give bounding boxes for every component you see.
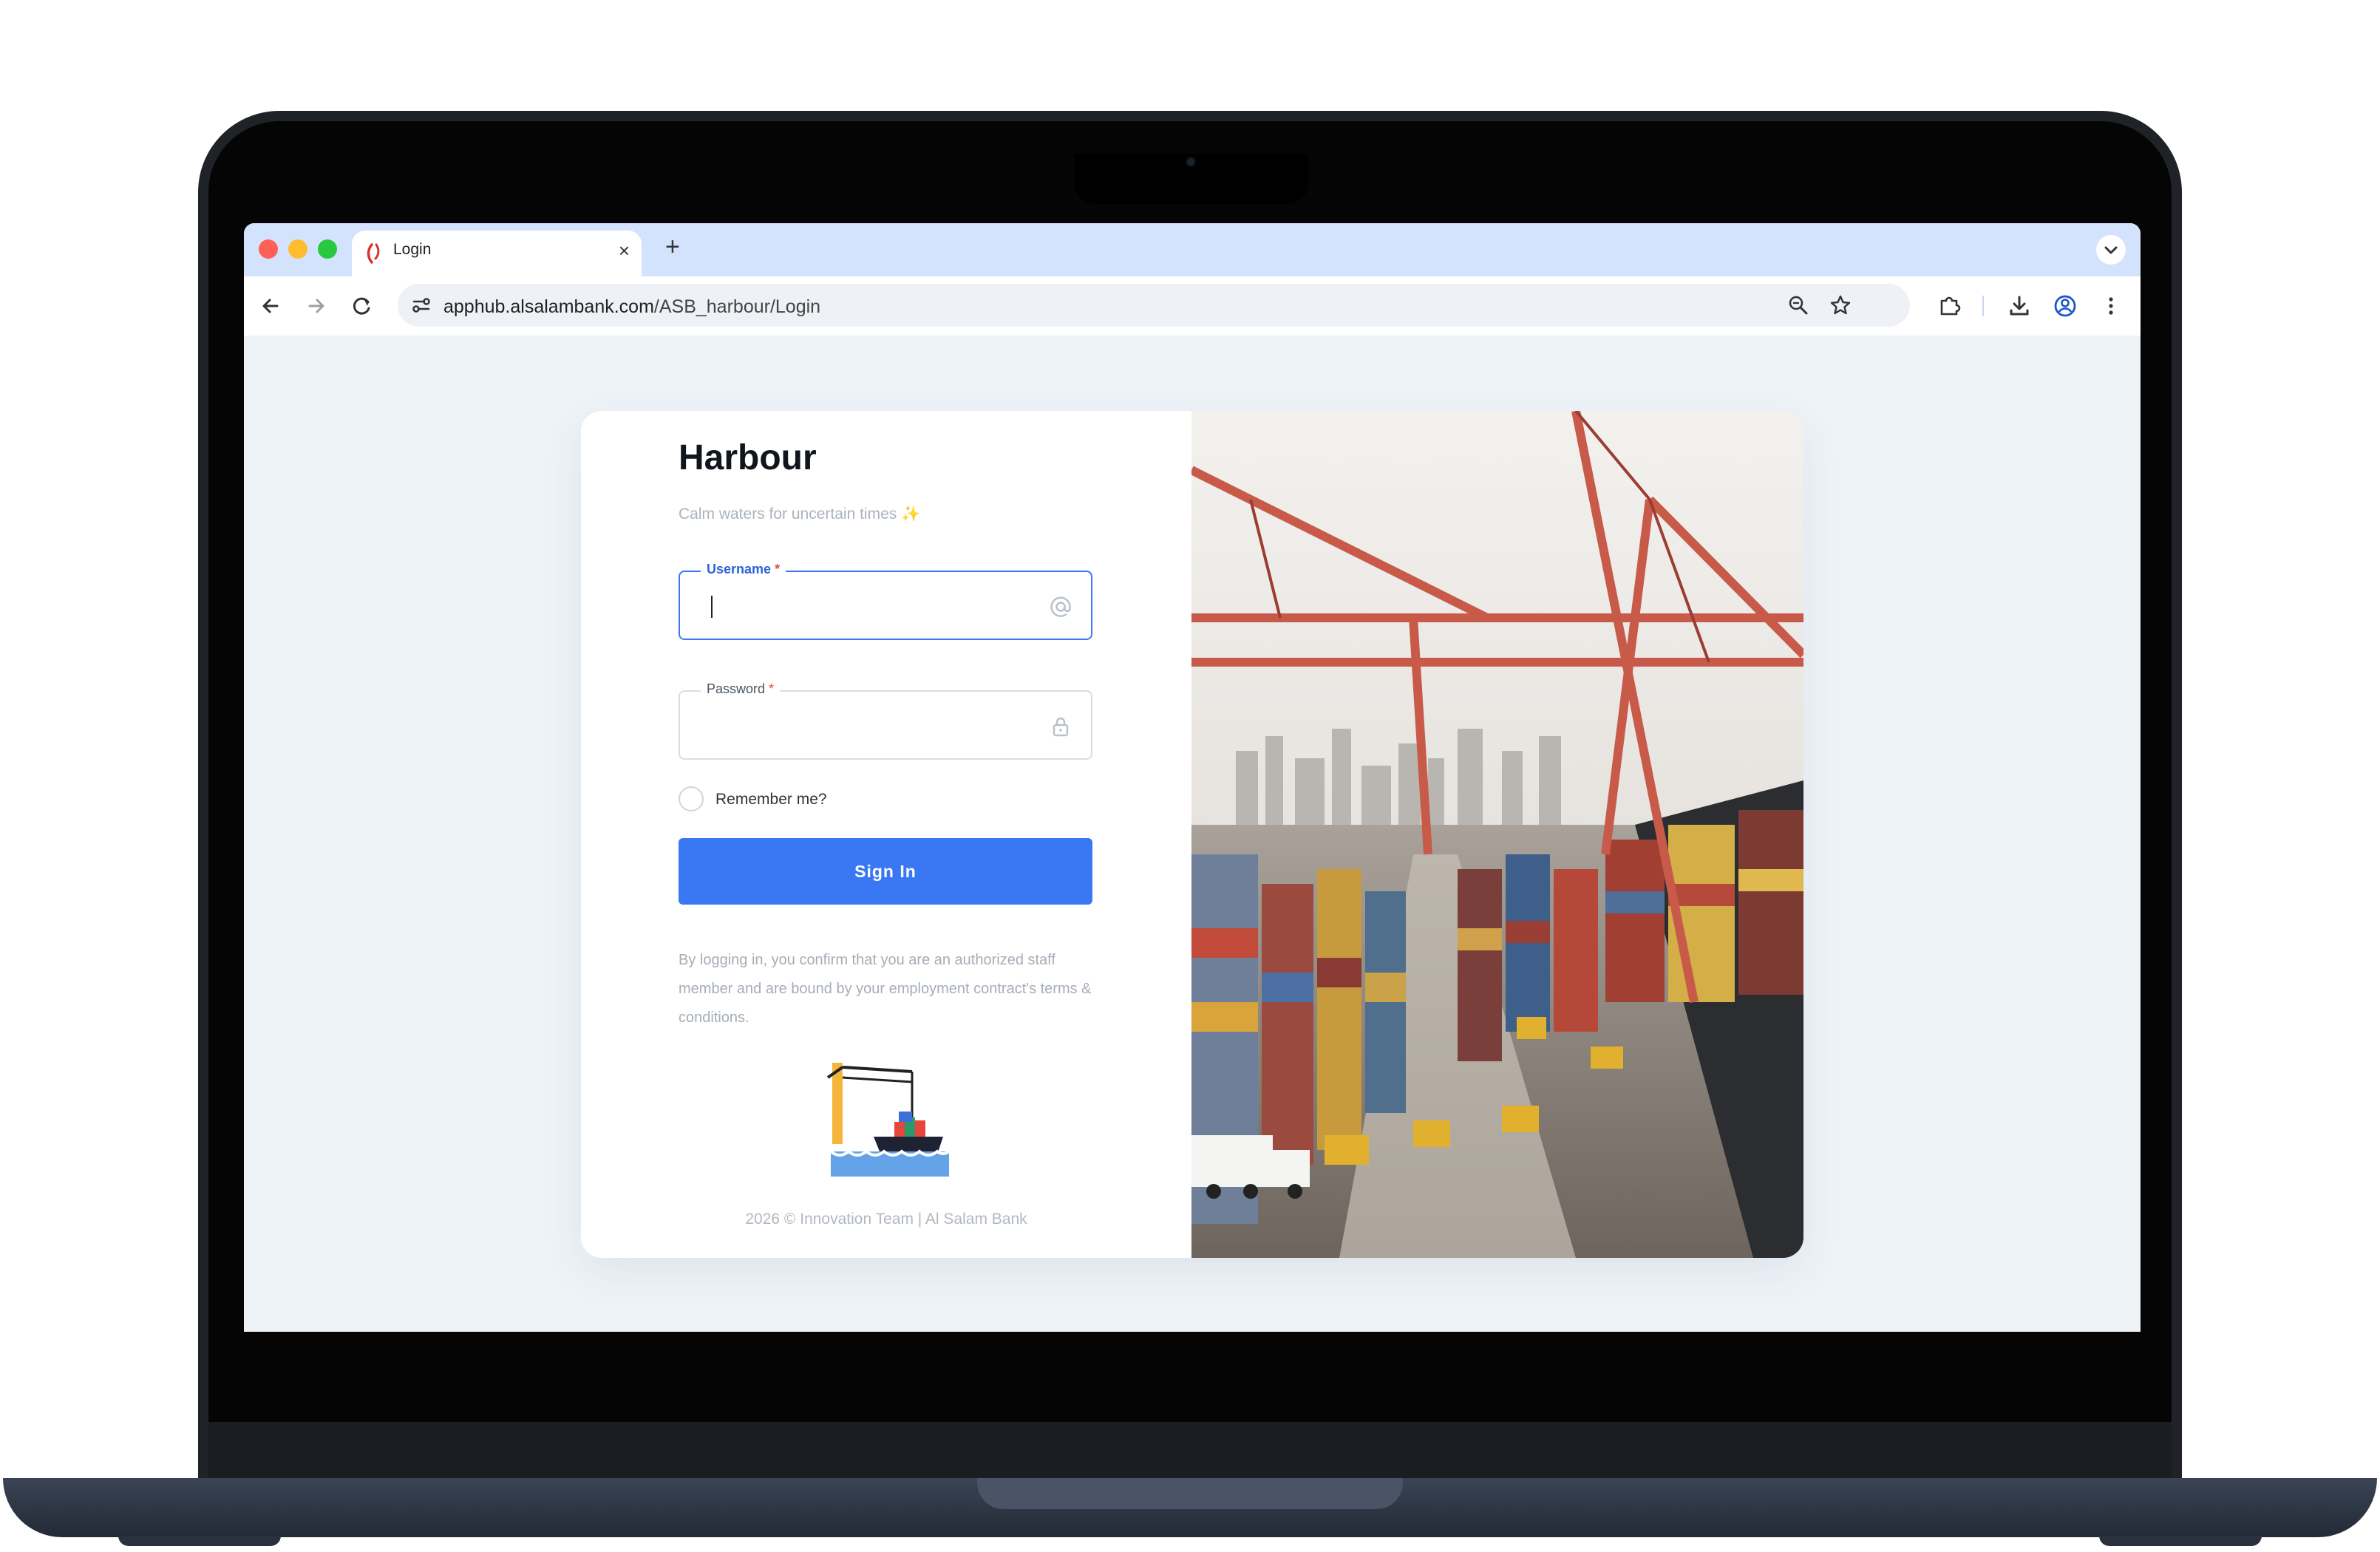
port-image bbox=[1191, 411, 1803, 1258]
username-field[interactable]: Username * bbox=[679, 562, 1092, 640]
browser-tab-strip: Login × + bbox=[244, 223, 2141, 276]
sign-in-button[interactable]: Sign In bbox=[679, 838, 1092, 905]
more-menu-icon[interactable] bbox=[2098, 293, 2124, 319]
camera-icon bbox=[1187, 158, 1194, 166]
site-settings-icon[interactable] bbox=[411, 295, 432, 316]
tab-title: Login bbox=[393, 241, 432, 258]
favicon-icon bbox=[367, 243, 380, 264]
lock-icon bbox=[1053, 717, 1069, 737]
disclaimer-text: By logging in, you confirm that you are … bbox=[679, 952, 1092, 1026]
browser-toolbar: apphub.alsalambank.com/ASB_harbour/Login bbox=[244, 276, 2141, 336]
page-title: Harbour bbox=[679, 438, 817, 477]
text-caret bbox=[711, 596, 713, 618]
profile-icon[interactable] bbox=[2052, 293, 2078, 319]
forward-icon[interactable] bbox=[303, 293, 330, 319]
download-icon[interactable] bbox=[2006, 293, 2033, 319]
harbour-logo-icon bbox=[826, 1063, 951, 1177]
laptop-hinge bbox=[977, 1478, 1403, 1509]
login-form: Harbour Calm waters for uncertain times … bbox=[581, 411, 1191, 1258]
url-path: /ASB_harbour/Login bbox=[653, 296, 821, 317]
required-mark: * bbox=[775, 562, 781, 576]
page-subtitle: Calm waters for uncertain times ✨ bbox=[679, 506, 921, 523]
chevron-down-icon bbox=[2104, 246, 2118, 254]
toolbar-divider bbox=[1982, 296, 1984, 316]
bookmark-star-icon[interactable] bbox=[1829, 293, 1852, 317]
footer-copyright: 2026 © Innovation Team | Al Salam Bank bbox=[745, 1211, 1027, 1228]
password-field[interactable]: Password * bbox=[679, 681, 1092, 760]
screen: Login × + apphub.alsalambank.com/ASB_har… bbox=[244, 223, 2141, 1332]
url-host: apphub.alsalambank.com bbox=[443, 296, 654, 317]
username-input[interactable] bbox=[707, 593, 1035, 621]
tab-close-icon[interactable]: × bbox=[619, 239, 630, 262]
login-card: Harbour Calm waters for uncertain times … bbox=[581, 411, 1803, 1258]
laptop-chin bbox=[208, 1422, 2172, 1478]
laptop-foot-right bbox=[2099, 1536, 2262, 1546]
extensions-icon[interactable] bbox=[1937, 293, 1963, 319]
zoom-icon[interactable] bbox=[1787, 294, 1809, 316]
new-tab-button[interactable]: + bbox=[665, 232, 680, 262]
window-close-button[interactable] bbox=[259, 239, 278, 259]
laptop-foot-left bbox=[118, 1536, 281, 1546]
window-zoom-button[interactable] bbox=[318, 239, 337, 259]
remember-me-label[interactable]: Remember me? bbox=[715, 791, 827, 809]
remember-me-checkbox[interactable] bbox=[679, 786, 704, 811]
container-port-illustration bbox=[1191, 411, 1803, 1258]
tab-search-button[interactable] bbox=[2096, 235, 2126, 265]
address-bar[interactable]: apphub.alsalambank.com/ASB_harbour/Login bbox=[398, 284, 1910, 327]
login-page: Harbour Calm waters for uncertain times … bbox=[244, 336, 2141, 1332]
back-icon[interactable] bbox=[257, 293, 284, 319]
password-label: Password * bbox=[701, 681, 781, 697]
reload-icon[interactable] bbox=[349, 293, 375, 319]
username-label-text: Username bbox=[707, 562, 772, 576]
username-label: Username * bbox=[701, 562, 786, 577]
password-label-text: Password bbox=[707, 681, 766, 696]
window-minimize-button[interactable] bbox=[288, 239, 307, 259]
tab-login[interactable]: Login × bbox=[352, 231, 642, 276]
password-input[interactable] bbox=[707, 712, 1035, 741]
required-mark: * bbox=[769, 681, 775, 696]
at-sign-icon bbox=[1050, 596, 1071, 617]
url-text: apphub.alsalambank.com/ASB_harbour/Login bbox=[443, 296, 820, 318]
